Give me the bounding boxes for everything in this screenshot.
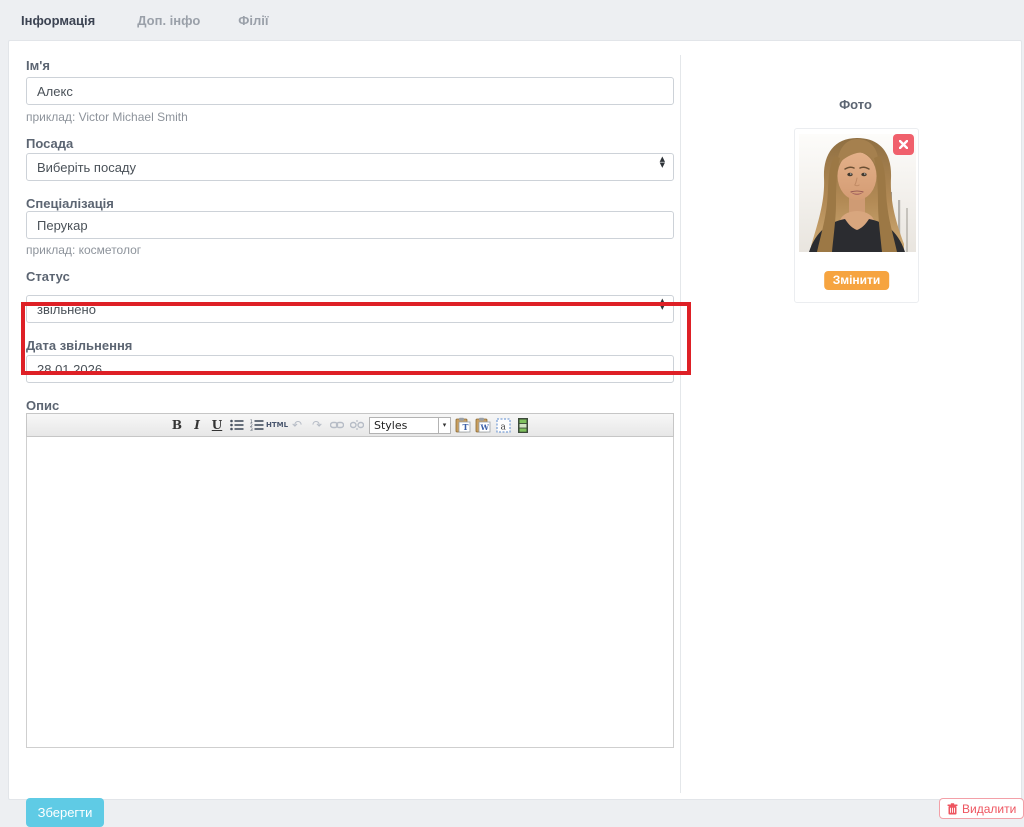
select-spinner-icon: ▲▼ [660,157,665,168]
redo-icon[interactable]: ↷ [309,417,325,433]
status-label: Статус [26,269,70,284]
styles-dropdown-arrow[interactable]: ▾ [439,417,451,434]
select-spinner-icon: ▲▼ [660,299,665,310]
svg-text:a: a [500,422,506,432]
media-filmstrip-icon[interactable] [515,417,531,433]
save-button[interactable]: Зберегти [26,798,104,827]
specialization-label: Спеціалізація [26,196,114,211]
dismissal-date-input[interactable] [26,355,674,383]
position-label: Посада [26,136,73,151]
underline-icon[interactable]: U [209,417,225,433]
styles-dropdown[interactable]: Styles [369,417,439,434]
html-source-icon[interactable]: HTML [269,417,285,433]
description-label: Опис [26,398,59,413]
status-selected-value: звільнено [37,302,96,317]
bullet-list-icon[interactable] [229,417,245,433]
anchor-text-icon[interactable]: a [495,417,511,433]
trash-icon [947,803,958,815]
status-select[interactable]: звільнено ▲▼ [26,295,674,323]
paste-word-icon[interactable]: W [475,417,491,433]
position-select[interactable]: Виберіть посаду ▲▼ [26,153,674,181]
tab-branches[interactable]: Філії [238,13,268,28]
svg-text:3: 3 [250,427,253,431]
numbered-list-icon[interactable]: 123 [249,417,265,433]
editor-toolbar: B I U 123 HTML ↶ ↷ Styles ▾ [26,413,674,437]
dismissal-date-label: Дата звільнення [26,338,132,353]
undo-icon[interactable]: ↶ [289,417,305,433]
specialization-hint: приклад: косметолог [26,243,141,257]
bold-icon[interactable]: B [169,417,185,433]
photo-section-title: Фото [688,97,1023,112]
close-icon [899,140,908,149]
svg-text:W: W [480,423,490,432]
change-photo-button[interactable]: Змінити [824,271,890,290]
tab-information[interactable]: Інформація [21,13,95,28]
link-icon[interactable] [329,417,345,433]
description-editor: B I U 123 HTML ↶ ↷ Styles ▾ [26,413,674,748]
column-divider [680,55,681,793]
delete-button-label: Видалити [962,802,1016,816]
name-label: Ім'я [26,58,50,73]
svg-text:T: T [463,422,469,432]
unlink-icon[interactable] [349,417,365,433]
position-selected-value: Виберіть посаду [37,160,136,175]
description-editor-body[interactable] [26,437,674,748]
italic-icon[interactable]: I [189,417,205,433]
name-input[interactable] [26,77,674,105]
tab-additional-info[interactable]: Доп. інфо [137,13,200,28]
paste-text-icon[interactable]: T [455,417,471,433]
tab-bar: Інформація Доп. інфо Філії [0,0,1024,40]
delete-button[interactable]: Видалити [939,798,1024,819]
photo-card: Змінити [794,128,919,303]
specialization-input[interactable] [26,211,674,239]
employee-form-panel: Ім'я приклад: Victor Michael Smith Посад… [8,40,1022,800]
name-hint: приклад: Victor Michael Smith [26,110,188,124]
remove-photo-button[interactable] [893,134,914,155]
